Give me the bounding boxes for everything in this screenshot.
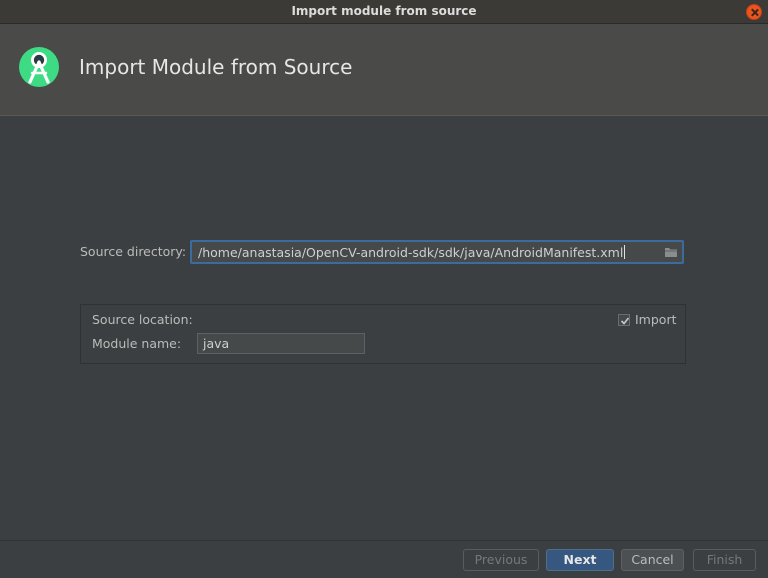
close-icon[interactable] (746, 4, 762, 20)
previous-button[interactable]: Previous (463, 549, 539, 571)
import-checkbox[interactable] (618, 314, 630, 326)
finish-button[interactable]: Finish (693, 549, 756, 571)
title-bar[interactable]: Import module from source (0, 0, 768, 24)
source-directory-label: Source directory: (80, 244, 187, 259)
source-location-label: Source location: (92, 312, 193, 327)
import-module-dialog: Import module from source Import Module … (0, 0, 768, 578)
module-name-input[interactable]: java (197, 333, 365, 354)
page-title: Import Module from Source (79, 55, 353, 79)
next-button[interactable]: Next (546, 549, 614, 571)
module-name-label: Module name: (92, 336, 182, 351)
import-label[interactable]: Import (635, 312, 677, 327)
android-studio-icon (19, 47, 59, 87)
source-directory-value: /home/anastasia/OpenCV-android-sdk/sdk/j… (198, 245, 624, 260)
cancel-button[interactable]: Cancel (621, 549, 684, 571)
module-name-value: java (203, 336, 230, 351)
module-settings-panel: Source location: Import Module name: jav… (80, 304, 686, 364)
footer-divider (0, 540, 768, 541)
folder-icon[interactable] (664, 246, 678, 258)
window-title: Import module from source (291, 4, 477, 18)
source-directory-input[interactable]: /home/anastasia/OpenCV-android-sdk/sdk/j… (190, 240, 684, 264)
check-icon (620, 317, 630, 325)
header-banner: Import Module from Source (0, 24, 768, 116)
